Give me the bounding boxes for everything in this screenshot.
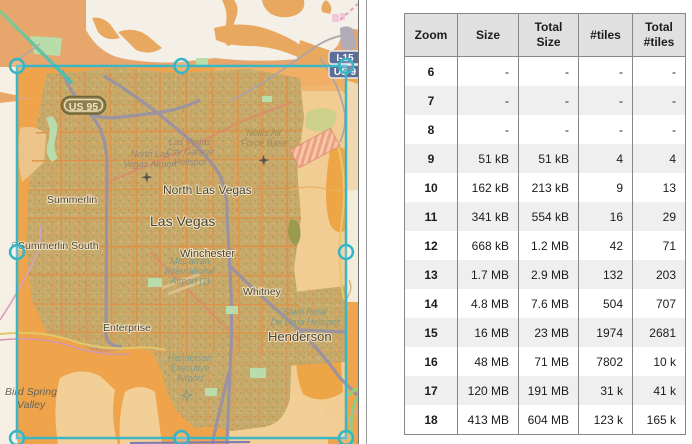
svg-text:Airport [1]: Airport [1] — [169, 276, 210, 286]
svg-text:Henderson: Henderson — [168, 353, 212, 363]
svg-text:Executive: Executive — [170, 363, 209, 373]
svg-text:US 95: US 95 — [69, 101, 98, 113]
svg-text:City Garage: City Garage — [166, 147, 214, 157]
svg-text:Helispot: Helispot — [174, 157, 207, 167]
svg-text:Las Vegas: Las Vegas — [169, 137, 212, 147]
svg-text:North Las: North Las — [130, 149, 170, 159]
svg-text:Henderson: Henderson — [268, 329, 332, 344]
svg-text:Summerlin South: Summerlin South — [18, 240, 99, 252]
svg-text:Winchester: Winchester — [180, 248, 235, 260]
svg-text:International: International — [165, 266, 216, 276]
svg-text:Las Vegas: Las Vegas — [150, 213, 215, 229]
svg-text:Airport: Airport — [176, 373, 204, 383]
svg-text:Bird Spring: Bird Spring — [5, 386, 57, 398]
svg-text:Saint Rose: Saint Rose — [283, 307, 327, 317]
svg-text:Summerlin: Summerlin — [47, 194, 97, 206]
svg-text:Whitney: Whitney — [243, 286, 282, 298]
svg-text:Nellis Air: Nellis Air — [246, 128, 282, 138]
svg-text:Vegas Airport: Vegas Airport — [123, 159, 177, 169]
svg-text:Force Base: Force Base — [241, 138, 287, 148]
svg-text:North Las Vegas: North Las Vegas — [163, 183, 252, 197]
svg-text:Enterprise: Enterprise — [103, 322, 151, 334]
svg-text:De Lima Helispot: De Lima Helispot — [271, 317, 340, 327]
svg-text:Valley: Valley — [17, 399, 46, 411]
